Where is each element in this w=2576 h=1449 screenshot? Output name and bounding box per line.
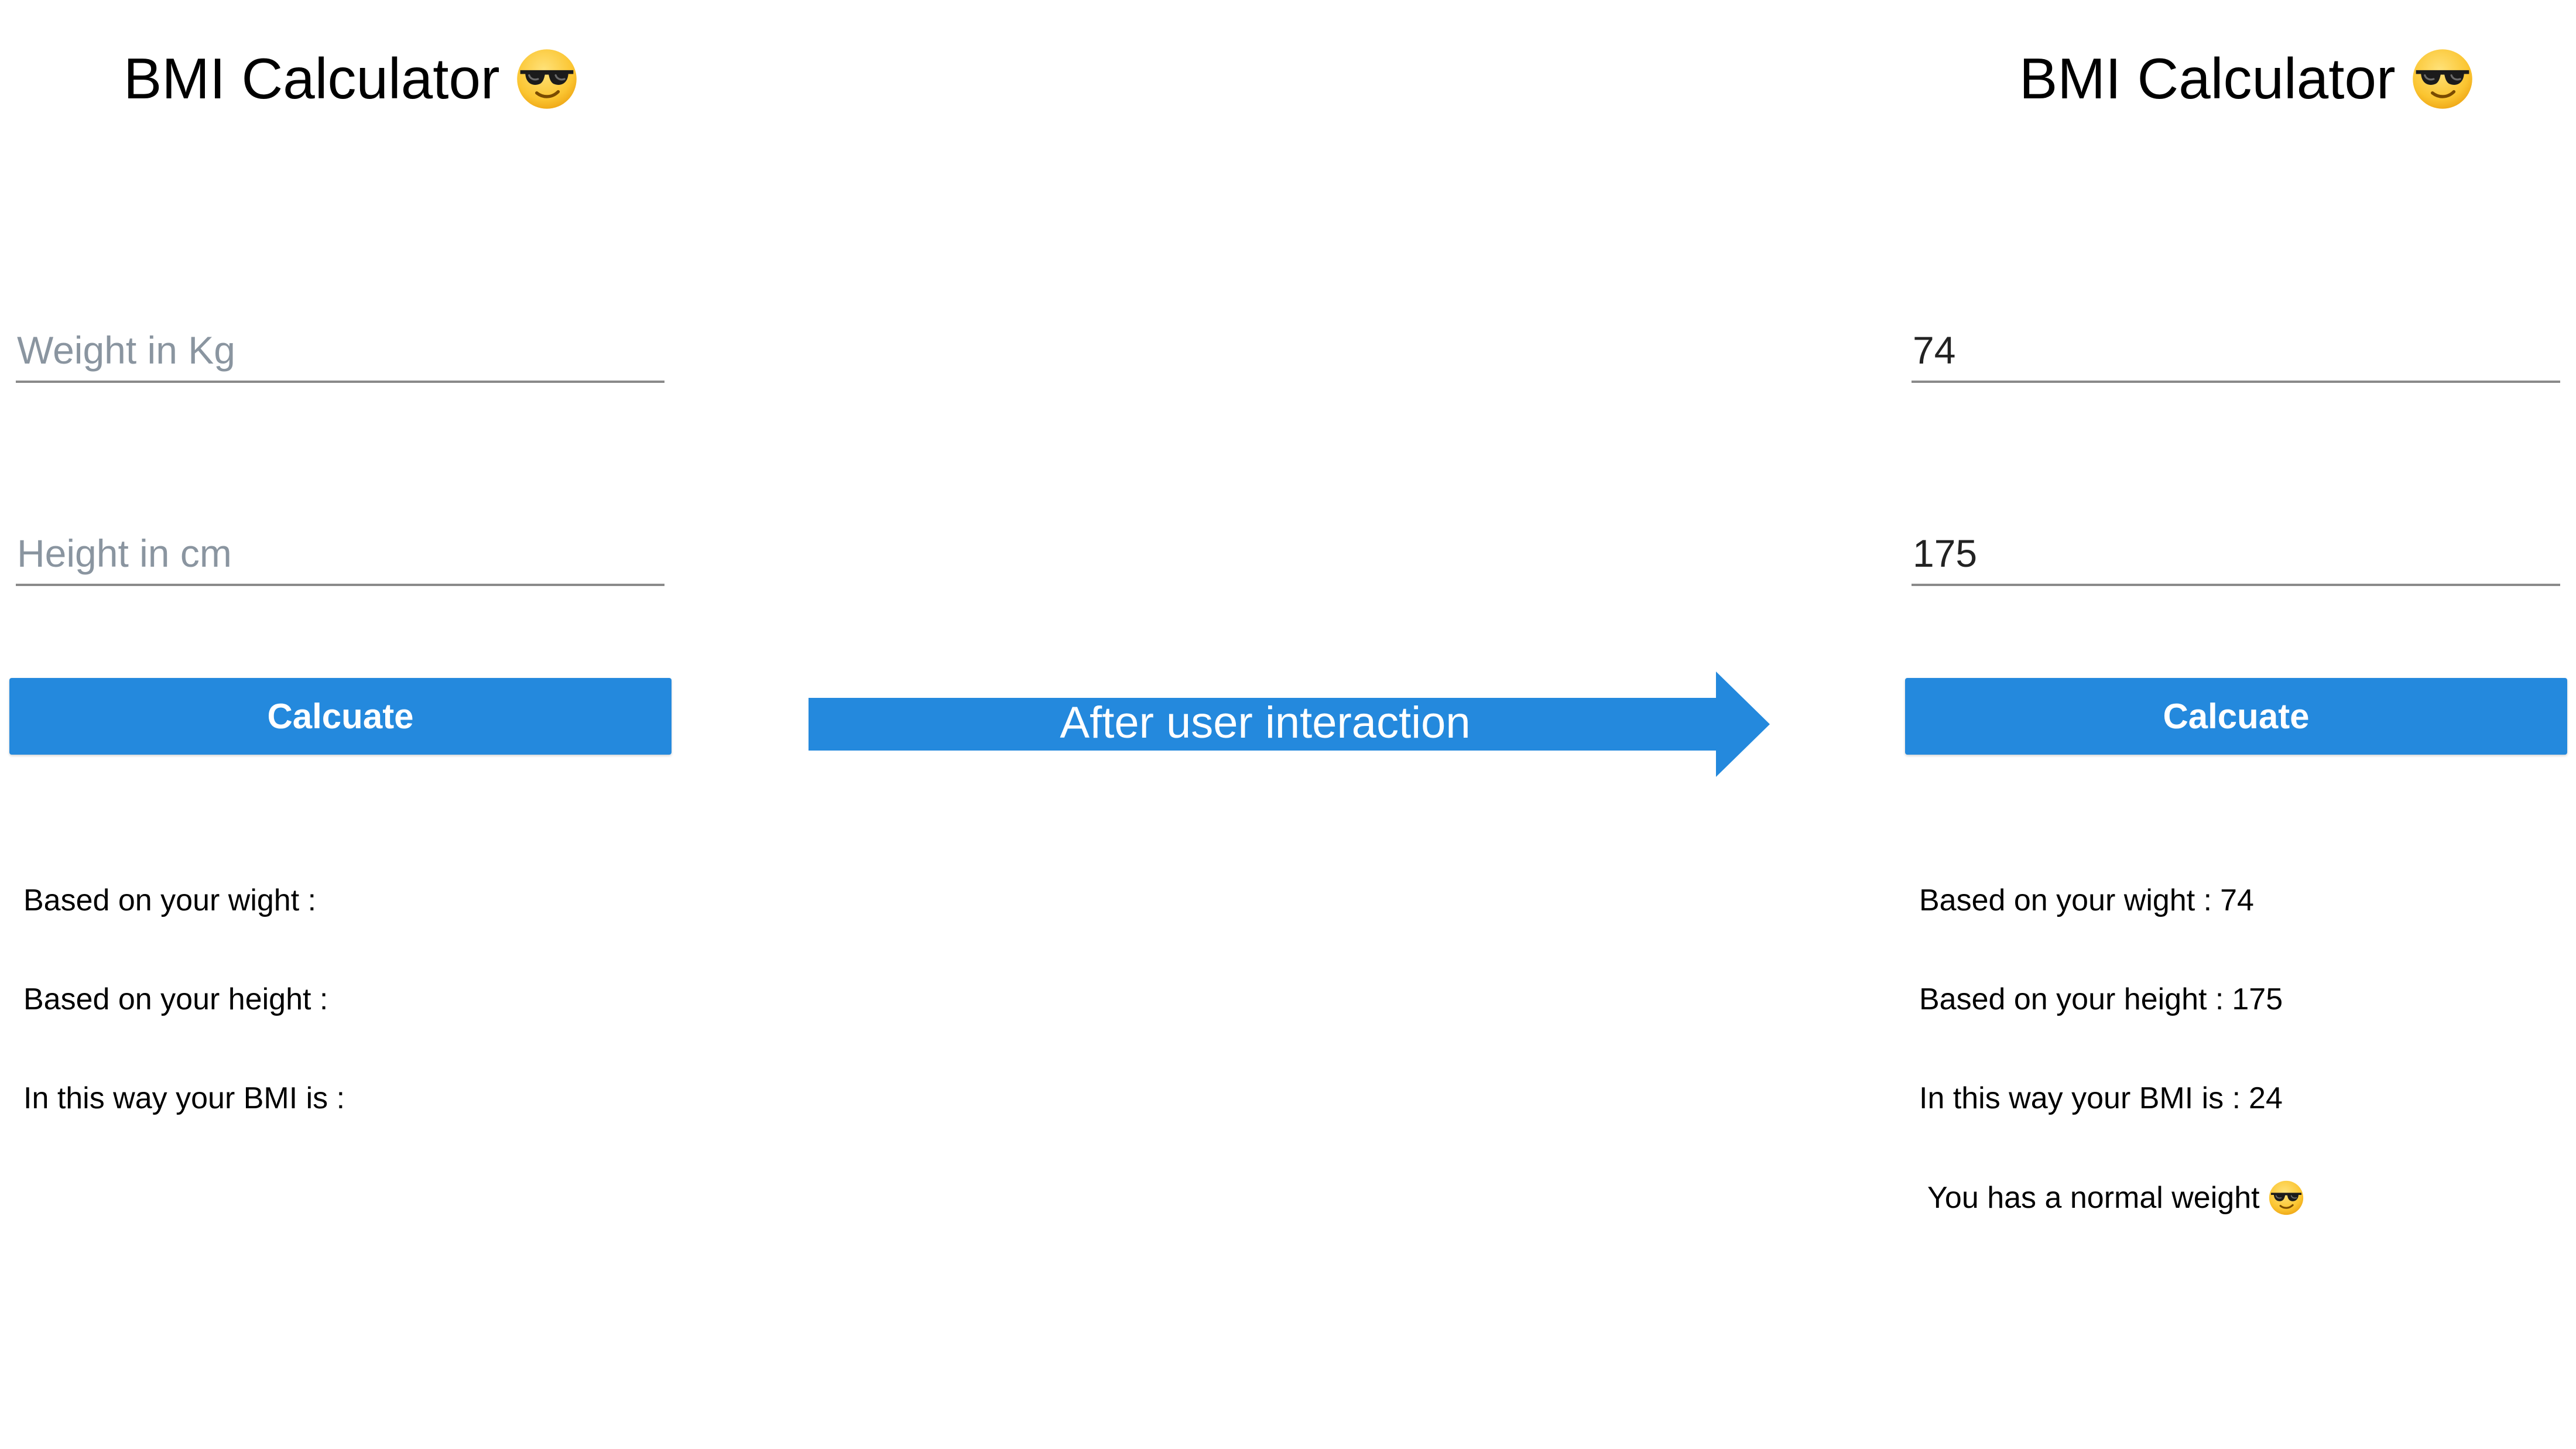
bmi-result-line: In this way your BMI is : bbox=[23, 1081, 345, 1116]
height-result-line: Based on your height : bbox=[23, 982, 328, 1017]
sunglasses-emoji-icon bbox=[515, 47, 578, 111]
height-result-label: Based on your height : bbox=[1919, 982, 2224, 1016]
weight-input[interactable]: 74 bbox=[1912, 310, 2560, 383]
weight-input[interactable]: Weight in Kg bbox=[16, 310, 664, 383]
height-input[interactable]: 175 bbox=[1912, 513, 2560, 586]
weight-verdict-text: You has a normal weight bbox=[1927, 1181, 2260, 1215]
sunglasses-emoji-icon bbox=[2411, 47, 2474, 111]
app-title: BMI Calculator bbox=[2019, 46, 2474, 112]
calculate-button[interactable]: Calcuate bbox=[1905, 678, 2567, 755]
weight-input-placeholder: Weight in Kg bbox=[17, 328, 235, 372]
app-title-text: BMI Calculator bbox=[2019, 46, 2396, 111]
weight-result-label: Based on your wight : bbox=[23, 883, 317, 917]
weight-verdict-line: You has a normal weight bbox=[1927, 1180, 2304, 1216]
height-result-label: Based on your height : bbox=[23, 982, 328, 1016]
bmi-result-line: In this way your BMI is : 24 bbox=[1919, 1081, 2283, 1116]
bmi-result-label: In this way your BMI is : bbox=[1919, 1081, 2241, 1115]
calculate-button[interactable]: Calcuate bbox=[9, 678, 672, 755]
height-input[interactable]: Height in cm bbox=[16, 513, 664, 586]
app-title-text: BMI Calculator bbox=[124, 46, 500, 111]
weight-result-value: 74 bbox=[2220, 883, 2254, 917]
weight-result-label: Based on your wight : bbox=[1919, 883, 2212, 917]
sunglasses-emoji-icon bbox=[2268, 1180, 2304, 1216]
bmi-result-value: 24 bbox=[2249, 1081, 2283, 1115]
weight-result-line: Based on your wight : 74 bbox=[1919, 883, 2254, 918]
app-title: BMI Calculator bbox=[124, 46, 578, 112]
height-input-placeholder: Height in cm bbox=[17, 532, 232, 575]
height-result-line: Based on your height : 175 bbox=[1919, 982, 2283, 1017]
weight-input-value: 74 bbox=[1913, 328, 1956, 372]
height-input-value: 175 bbox=[1913, 532, 1978, 575]
bmi-result-label: In this way your BMI is : bbox=[23, 1081, 345, 1115]
height-result-value: 175 bbox=[2232, 982, 2283, 1016]
transition-arrow: After user interaction bbox=[809, 672, 1770, 777]
before-screen: BMI Calculator Weight in Kg Height in cm… bbox=[0, 0, 673, 1449]
comparison-canvas: BMI Calculator Weight in Kg Height in cm… bbox=[0, 0, 2576, 1449]
after-screen: BMI Calculator 74 175 Calcuate Based on … bbox=[1896, 0, 2569, 1449]
transition-label: After user interaction bbox=[1060, 698, 1471, 748]
weight-result-line: Based on your wight : bbox=[23, 883, 316, 918]
